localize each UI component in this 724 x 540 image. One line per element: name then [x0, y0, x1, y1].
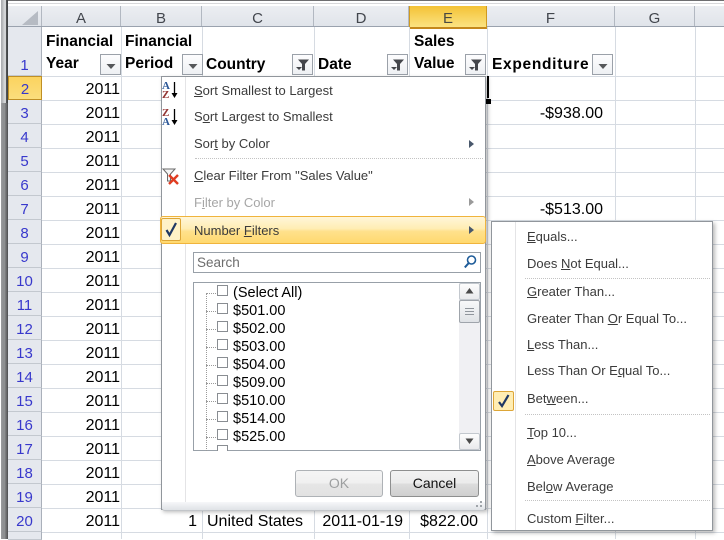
- svg-text:Z: Z: [162, 89, 169, 99]
- svg-text:A: A: [162, 116, 170, 126]
